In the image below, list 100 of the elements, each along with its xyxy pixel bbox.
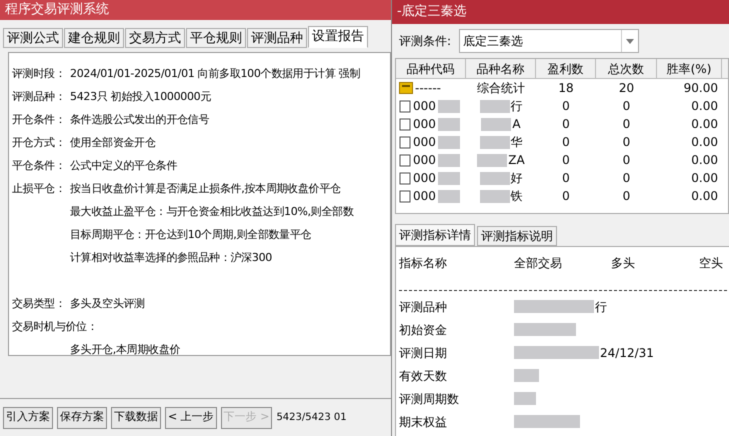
document-icon — [399, 172, 411, 184]
table-cell-text: 华 — [510, 134, 522, 151]
tab[interactable]: 评测品种 — [247, 28, 307, 48]
table-cell: 0.00 — [691, 153, 718, 167]
table-cell-text: 000 — [413, 98, 436, 115]
table-cell: 0 — [622, 171, 630, 185]
report-label: 开仓条件： — [12, 112, 67, 128]
table-cell-text: 000 — [413, 188, 436, 205]
blurred-block — [514, 415, 580, 428]
report-label: 平仓条件： — [12, 158, 67, 174]
table-cell: 20 — [618, 81, 634, 95]
report-text: 使用全部资金开仓 — [70, 135, 156, 152]
table-cell: 0 — [622, 135, 630, 149]
table-cell: 0 — [622, 117, 630, 131]
report-label: 交易类型： — [12, 296, 67, 312]
table-cell: 90.00 — [684, 81, 718, 95]
blurred-block — [438, 172, 460, 184]
dropdown-caret-icon — [626, 38, 634, 44]
document-icon — [399, 100, 411, 112]
condition-dropdown[interactable]: 底定三秦选 — [459, 29, 640, 53]
report-text: 多头及空头评测 — [70, 296, 145, 312]
table-cell-text: ------ — [415, 80, 441, 97]
metric-label: 评测周期数 — [399, 390, 460, 408]
progress-count: 5423/5423 01 — [276, 411, 347, 425]
report-label: 开仓方式： — [12, 135, 67, 152]
toolbar-button[interactable]: 保存方案 — [57, 406, 107, 428]
report-text: 目标周期平仓：开仓达到10个周期,则全部数量平仓 — [70, 227, 312, 244]
column-header: 全部交易 — [514, 255, 563, 272]
report-text: 2024/01/01-2025/01/01 向前多取100个数据用于计算 强制 — [70, 66, 360, 82]
report-label: 评测品种： — [12, 89, 67, 106]
column-header[interactable]: 品种代码 — [396, 59, 466, 79]
report-text: 条件选股公式发出的开仓信号 — [70, 112, 210, 128]
blurred-block — [480, 172, 510, 184]
blurred-block — [481, 118, 512, 130]
tab[interactable]: 交易方式 — [125, 28, 185, 48]
column-header[interactable]: 胜率(%) — [657, 59, 722, 79]
table-cell: 0.00 — [691, 99, 718, 113]
blurred-block — [480, 100, 510, 112]
report-label: 交易时机与价位： — [12, 319, 98, 336]
table-cell-text: A — [512, 116, 521, 133]
table-cell: 0 — [562, 171, 570, 185]
column-header: 多头 — [611, 255, 636, 272]
table-cell: 0.00 — [691, 189, 718, 203]
report-text: 按当日收盘价计算是否满足止损条件,按本周期收盘价平仓 — [70, 181, 341, 198]
report-text: 公式中定义的平仓条件 — [70, 158, 178, 174]
table-cell: 0.00 — [691, 117, 718, 131]
folder-icon — [399, 82, 413, 94]
table-cell-text: 000 — [413, 116, 436, 133]
report-text: 多头开仓,本周期收盘价 — [70, 342, 180, 358]
tab[interactable]: 评测指标说明 — [477, 226, 557, 246]
document-icon — [399, 154, 411, 166]
report-label: 止损平仓： — [12, 181, 67, 198]
toolbar-button[interactable]: < 上一步 — [165, 406, 217, 428]
blurred-block — [514, 369, 539, 382]
column-header[interactable]: 总次数 — [596, 59, 657, 79]
toolbar-button[interactable]: 下载数据 — [111, 406, 161, 428]
column-header: 空头 — [699, 255, 724, 272]
blurred-block — [477, 154, 508, 166]
table-cell-text: 铁 — [510, 188, 522, 205]
tab[interactable]: 设置报告 — [308, 26, 368, 48]
document-icon — [399, 136, 411, 148]
window-title: 程序交易评测系统 — [0, 0, 391, 20]
table-cell: 0 — [622, 189, 630, 203]
table-cell: 0.00 — [691, 171, 718, 185]
blurred-block — [480, 136, 510, 148]
report-label: 评测时段： — [12, 66, 67, 82]
table-cell-text: ZA — [508, 152, 525, 169]
column-header[interactable]: 品种名称 — [466, 59, 536, 79]
metric-value: 24/12/31 — [600, 344, 654, 362]
table-cell: 0.00 — [691, 135, 718, 149]
table-cell: 0 — [622, 153, 630, 167]
blurred-block — [438, 100, 460, 112]
tab[interactable]: 建仓规则 — [64, 28, 124, 48]
metric-label: 评测品种 — [399, 298, 448, 316]
table-cell: 0 — [562, 153, 570, 167]
tab[interactable]: 评测指标详情 — [395, 224, 475, 246]
table-cell-text: 000 — [413, 152, 436, 169]
table-cell: 0 — [562, 117, 570, 131]
blurred-block — [514, 392, 536, 405]
toolbar-button[interactable]: 引入方案 — [3, 406, 53, 428]
table-cell-text: 行 — [510, 98, 522, 115]
table-cell-text: 好 — [510, 170, 522, 187]
metric-label: 初始资金 — [399, 322, 448, 338]
blurred-block — [438, 154, 460, 166]
table-cell: 0 — [562, 99, 570, 113]
report-text: 最大收益止盈平仓：与开仓资金相比收益达到10%,则全部数 — [70, 204, 354, 220]
document-icon — [399, 118, 411, 130]
tab[interactable]: 平仓规则 — [186, 28, 246, 48]
column-header[interactable]: 盈利数 — [536, 59, 596, 79]
table-cell-text: 000 — [413, 134, 436, 151]
tab[interactable]: 评测公式 — [3, 28, 63, 48]
condition-label: 评测条件: — [399, 33, 452, 50]
column-header: 指标名称 — [399, 255, 448, 272]
table-cell: 0 — [622, 99, 630, 113]
metric-value: 行 — [595, 298, 607, 316]
metric-label: 评测日期 — [399, 344, 448, 362]
metric-label: 有效天数 — [399, 368, 448, 384]
report-text: 计算相对收益率选择的参照品种：沪深300 — [70, 250, 272, 266]
metric-label: 期末权益 — [399, 414, 448, 430]
blurred-block — [438, 118, 460, 130]
